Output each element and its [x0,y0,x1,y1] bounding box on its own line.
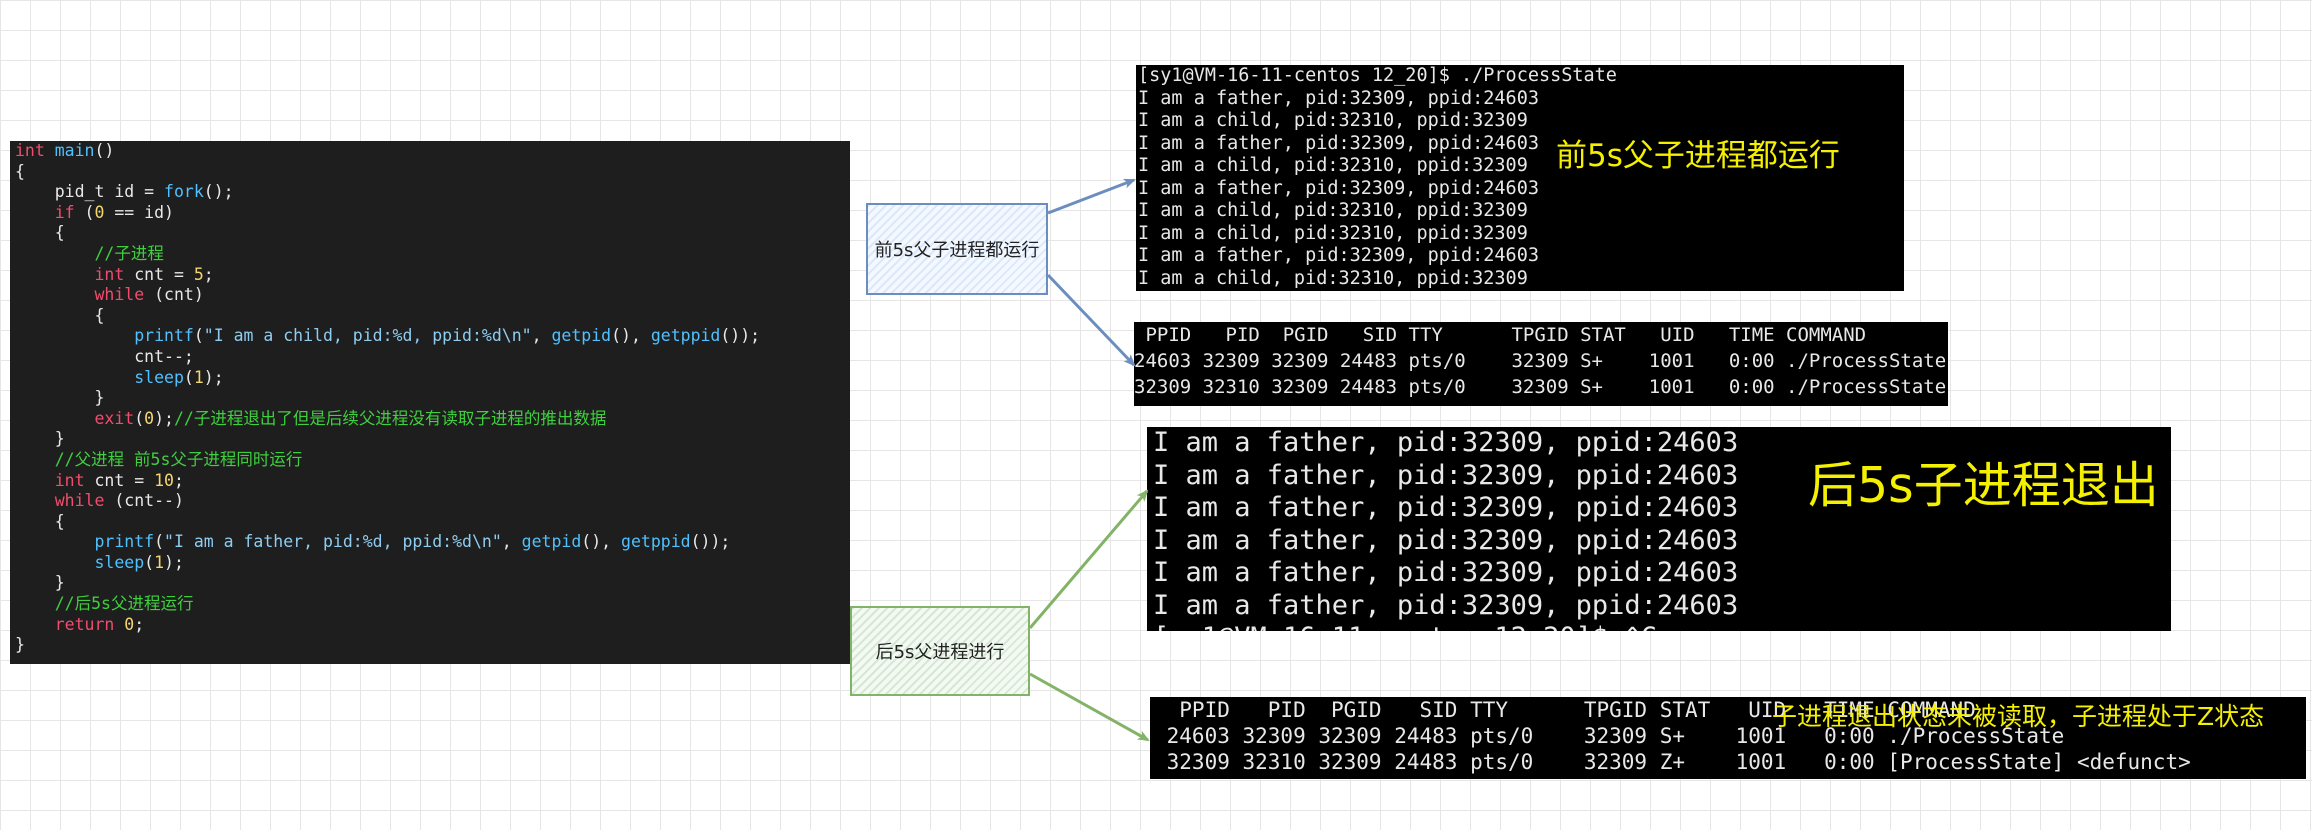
arrow-to-ps-last [1029,672,1150,742]
arrow-to-ps-first [1046,273,1136,367]
arrows-layer [1028,178,1150,742]
arrow-to-terminal-last [1028,489,1149,629]
arrow-to-terminal-first [1047,178,1136,215]
